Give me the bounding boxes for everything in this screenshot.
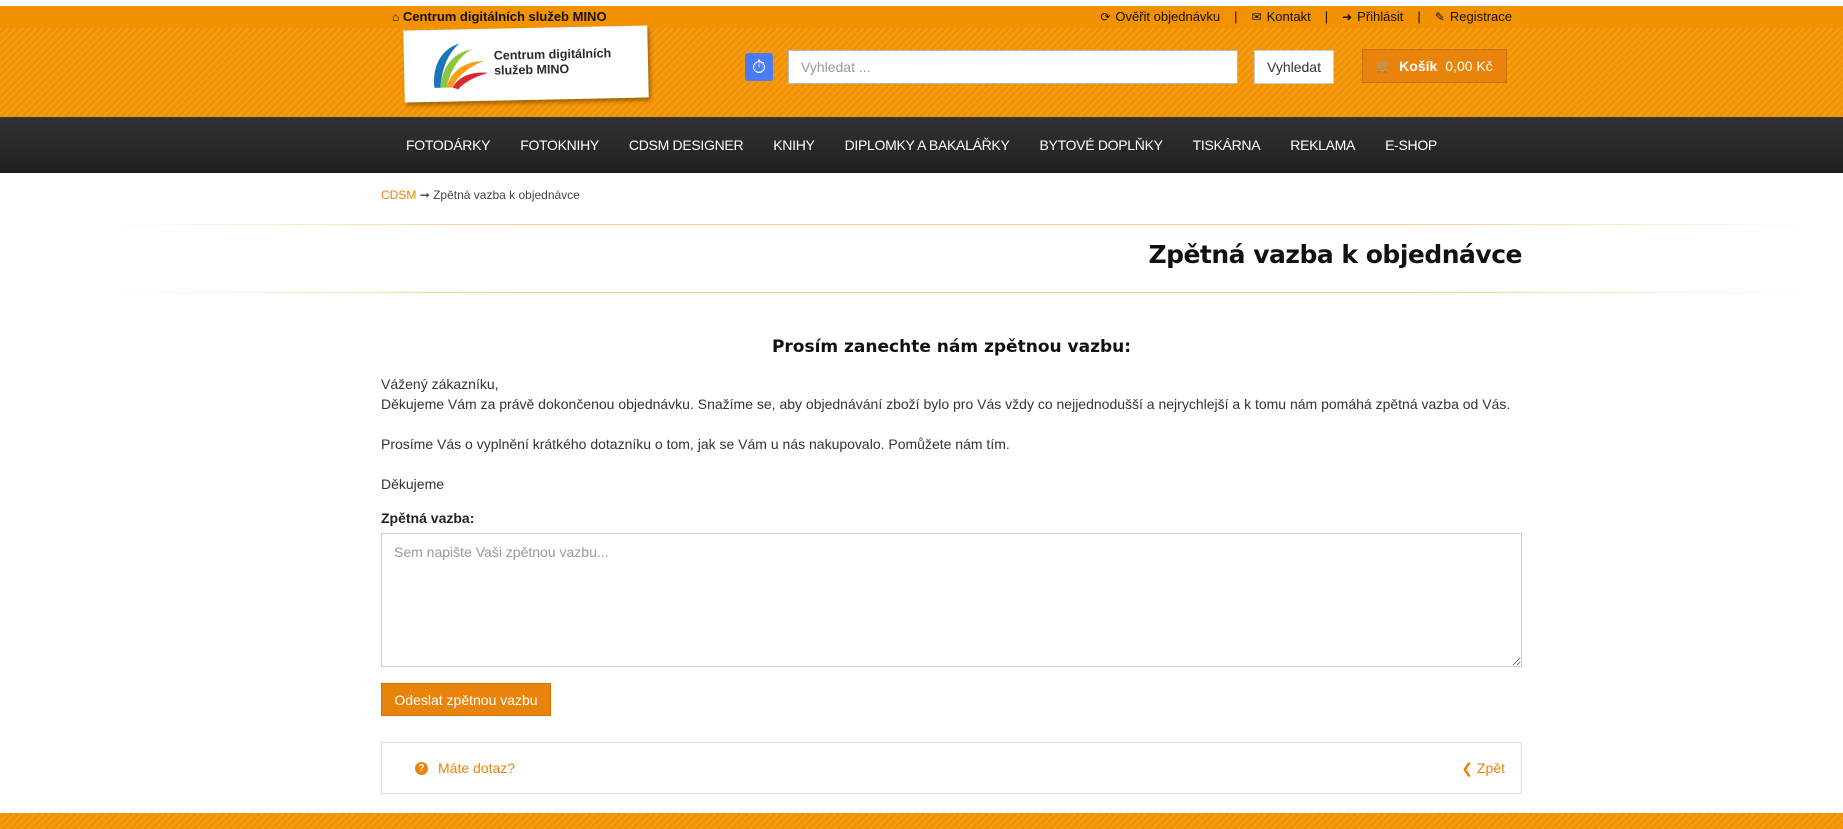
sign-in-icon: ➜ xyxy=(1342,10,1353,24)
cart-label: Košík xyxy=(1399,58,1438,74)
home-icon: ⌂ xyxy=(392,10,400,24)
bottom-bar xyxy=(0,813,1843,829)
intro-paragraph: Děkujeme Vám za právě dokončenou objedná… xyxy=(381,396,1511,412)
feedback-textarea[interactable] xyxy=(381,533,1522,667)
submit-feedback-button[interactable]: Odeslat zpětnou vazbu xyxy=(381,683,551,716)
nav-item-diplomky[interactable]: DIPLOMKY A BAKALÁŘKY xyxy=(830,137,1025,153)
contact-link[interactable]: ✉ Kontakt xyxy=(1252,6,1311,28)
pencil-icon: ✎ xyxy=(1434,10,1445,24)
search-button[interactable]: Vyhledat xyxy=(1254,50,1334,84)
basket-icon: 🛒 xyxy=(1376,59,1392,73)
logo-mark-icon xyxy=(434,43,489,90)
question-label: Máte dotaz? xyxy=(438,760,516,776)
feedback-label: Zpětná vazba: xyxy=(381,510,475,526)
contact-label: Kontakt xyxy=(1266,9,1311,24)
login-link[interactable]: ➜ Přihlásit xyxy=(1342,6,1403,28)
register-label: Registrace xyxy=(1449,9,1512,24)
stopwatch-icon[interactable]: ⏱ xyxy=(745,53,773,81)
envelope-icon: ✉ xyxy=(1251,10,1262,24)
nav-item-cdsm-designer[interactable]: CDSM DESIGNER xyxy=(614,137,758,153)
cart-value: 0,00 Kč xyxy=(1445,58,1493,74)
login-label: Přihlásit xyxy=(1357,9,1404,24)
verify-order-link[interactable]: ⟳ Ověřit objednávku xyxy=(1100,6,1220,28)
nav-item-bytove-doplnky[interactable]: BYTOVÉ DOPLŇKY xyxy=(1025,137,1178,153)
nav-item-tiskarna[interactable]: TISKÁRNA xyxy=(1178,137,1276,153)
logo[interactable]: Centrum digitálních služeb MINO xyxy=(403,25,649,103)
thanks-text: Děkujeme xyxy=(381,476,445,492)
question-link[interactable]: ? Máte dotaz? xyxy=(415,743,515,793)
breadcrumb-home-link[interactable]: CDSM xyxy=(381,188,416,202)
nav-item-eshop[interactable]: E-SHOP xyxy=(1370,137,1452,153)
chevron-left-icon: ❮ xyxy=(1461,760,1474,776)
refresh-icon: ⟳ xyxy=(1100,10,1111,24)
logo-line2: služeb MINO xyxy=(493,62,570,78)
nav-item-fotodarky[interactable]: FOTODÁRKY xyxy=(391,137,505,153)
top-brand-link[interactable]: ⌂ Centrum digitálních služeb MINO xyxy=(392,6,607,28)
back-label: Zpět xyxy=(1476,760,1505,776)
request-paragraph: Prosíme Vás o vyplnění krátkého dotazník… xyxy=(381,436,1010,452)
divider xyxy=(90,292,1830,293)
register-link[interactable]: ✎ Registrace xyxy=(1435,6,1512,28)
search-input[interactable] xyxy=(788,50,1238,84)
footer-box: ? Máte dotaz? ❮ Zpět xyxy=(381,742,1522,794)
verify-order-label: Ověřit objednávku xyxy=(1115,9,1221,24)
cart-button[interactable]: 🛒 Košík 0,00 Kč xyxy=(1362,49,1507,83)
nav-item-reklama[interactable]: REKLAMA xyxy=(1275,137,1370,153)
top-brand-label: Centrum digitálních služeb MINO xyxy=(402,9,607,24)
separator: | xyxy=(1324,9,1329,24)
breadcrumb-current: Zpětná vazba k objednávce xyxy=(433,188,580,202)
logo-line1: Centrum digitálních xyxy=(493,46,612,63)
header: Centrum digitálních služeb MINO ⏱ Vyhled… xyxy=(0,25,1843,117)
page-title: Zpětná vazba k objednávce xyxy=(1148,240,1522,269)
top-bar: ⌂ Centrum digitálních služeb MINO ⟳ Ověř… xyxy=(0,6,1843,28)
question-circle-icon: ? xyxy=(415,761,428,775)
breadcrumb: CDSM ➞ Zpětná vazba k objednávce xyxy=(381,188,580,202)
separator: | xyxy=(1234,9,1238,24)
separator: | xyxy=(1417,9,1421,24)
top-links: ⟳ Ověřit objednávku | ✉ Kontakt | ➜ Přih… xyxy=(1100,6,1512,28)
nav-item-knihy[interactable]: KNIHY xyxy=(758,137,829,153)
back-link[interactable]: ❮ Zpět xyxy=(1461,743,1505,793)
nav-item-fotoknihy[interactable]: FOTOKNIHY xyxy=(505,137,614,153)
main-nav: FOTODÁRKY FOTOKNIHY CDSM DESIGNER KNIHY … xyxy=(0,117,1843,173)
form-heading: Prosím zanechte nám zpětnou vazbu: xyxy=(771,337,1132,357)
greeting-text: Vážený zákazníku, xyxy=(381,376,499,392)
breadcrumb-arrow-icon: ➞ xyxy=(419,188,430,202)
logo-text: Centrum digitálních služeb MINO xyxy=(494,46,612,78)
divider xyxy=(90,224,1830,225)
